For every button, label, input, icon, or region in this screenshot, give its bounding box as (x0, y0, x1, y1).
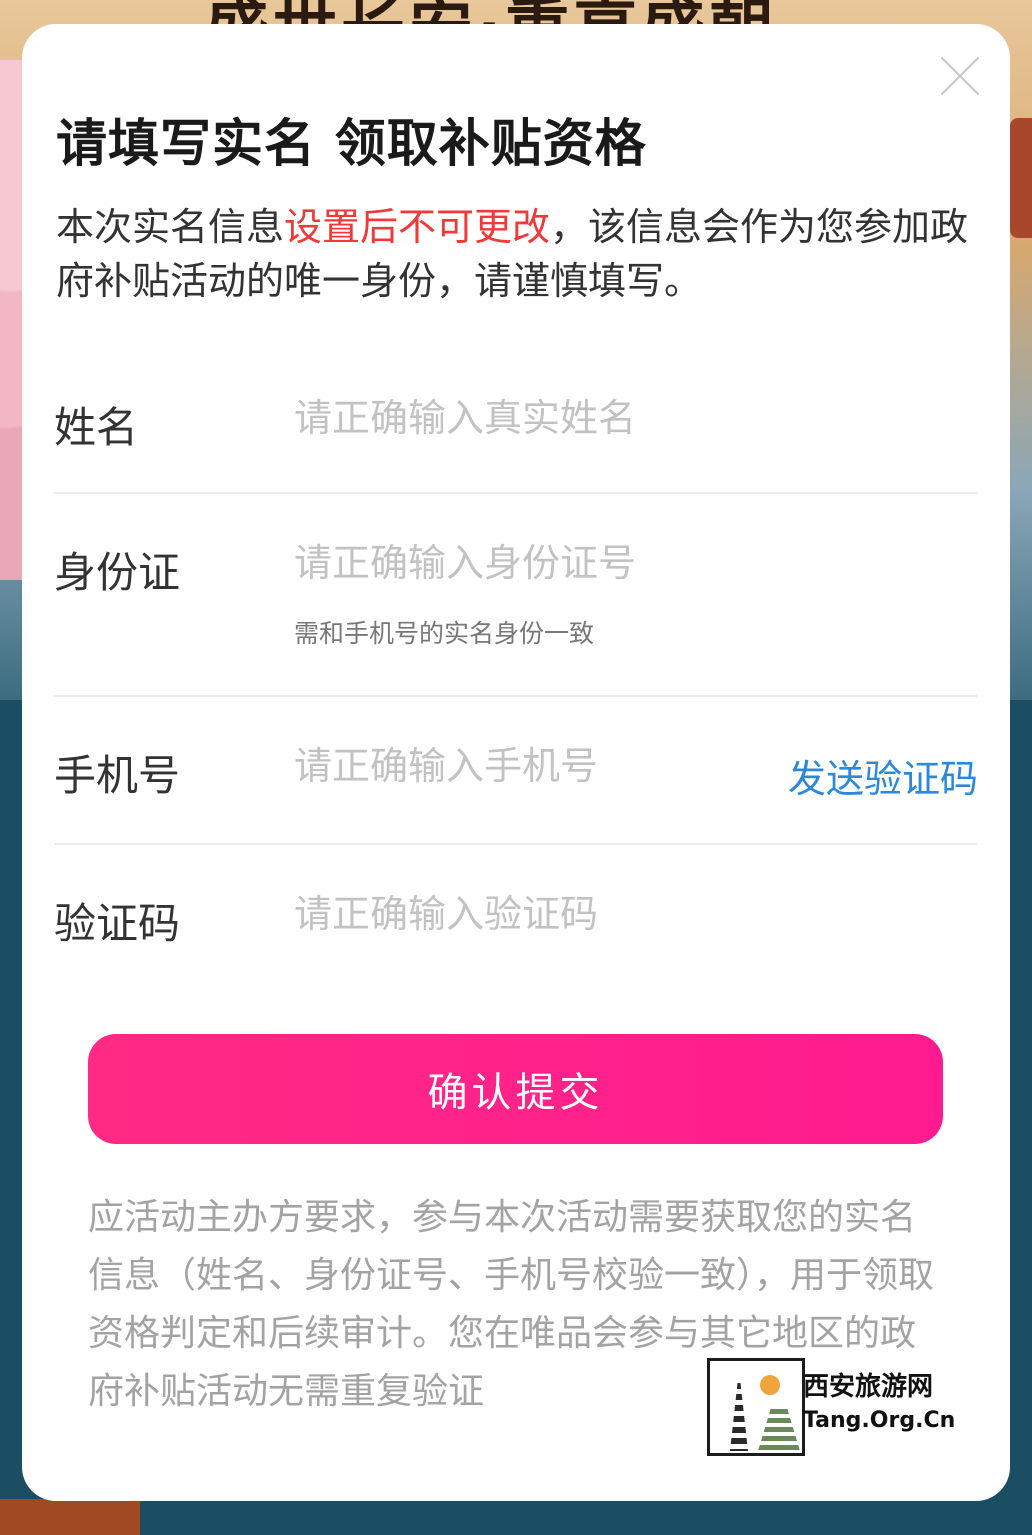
submit-button[interactable]: 确认提交 (88, 1034, 943, 1144)
pagoda-icon (730, 1383, 748, 1451)
watermark-url: Tang.Org.Cn (803, 1408, 956, 1433)
name-input[interactable] (294, 396, 954, 440)
notice-text: 本次实名信息设置后不可更改，该信息会作为您参加政府补贴活动的唯一身份，请谨慎填写… (56, 200, 976, 308)
id-card-input[interactable] (294, 541, 954, 585)
activity-rules-tab[interactable] (1010, 118, 1032, 238)
phone-input[interactable] (294, 744, 764, 788)
hall-icon (758, 1409, 800, 1451)
watermark-name: 西安旅游网 (803, 1372, 934, 1402)
close-icon[interactable] (940, 56, 980, 96)
divider (54, 492, 977, 494)
sun-icon (760, 1375, 780, 1395)
name-row: 姓名 (54, 394, 977, 454)
notice-highlight: 设置后不可更改 (284, 205, 551, 249)
code-row: 验证码 (54, 890, 977, 950)
modal-title: 请填写实名 领取补贴资格 (56, 115, 647, 174)
background-corner (0, 1499, 140, 1535)
real-name-modal: 请填写实名 领取补贴资格 本次实名信息设置后不可更改，该信息会作为您参加政府补贴… (22, 24, 1010, 1501)
notice-prefix: 本次实名信息 (56, 205, 285, 249)
phone-label: 手机号 (54, 751, 181, 800)
divider (54, 695, 977, 697)
id-card-row: 身份证 (54, 539, 977, 599)
name-label: 姓名 (54, 403, 139, 452)
site-watermark: 西安旅游网 Tang.Org.Cn (707, 1358, 969, 1456)
watermark-logo-icon (707, 1358, 805, 1456)
code-label: 验证码 (54, 899, 181, 948)
id-card-label: 身份证 (54, 548, 181, 597)
id-card-hint: 需和手机号的实名身份一致 (294, 619, 595, 648)
code-input[interactable] (294, 892, 954, 936)
send-code-button[interactable]: 发送验证码 (788, 748, 978, 803)
divider (54, 843, 977, 845)
